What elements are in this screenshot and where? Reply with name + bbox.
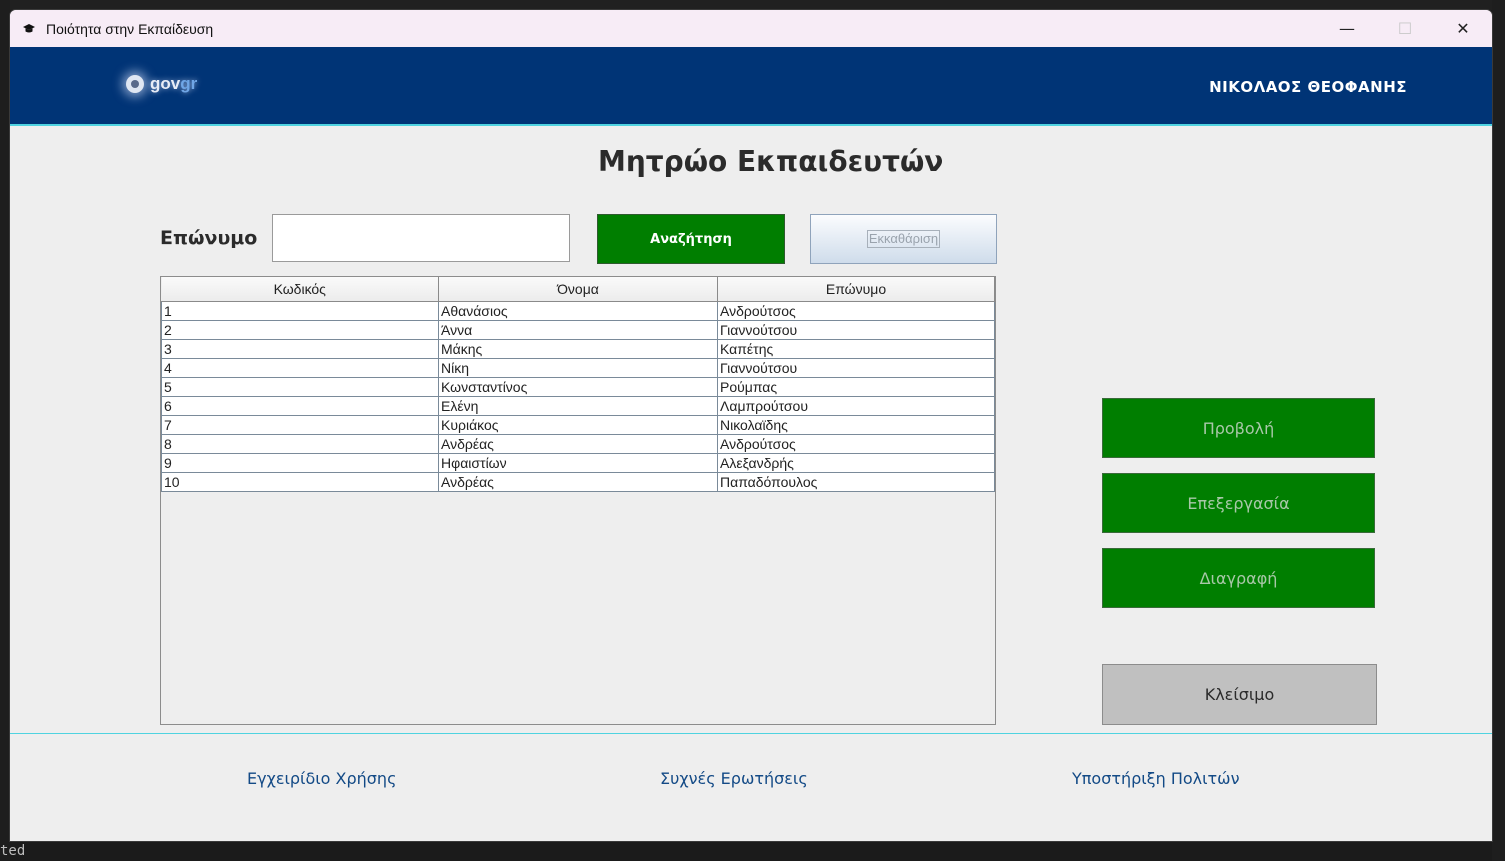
cell-first-name[interactable]: Κωνσταντίνος [438,377,718,397]
cell-code[interactable]: 6 [161,396,439,416]
background-terminal-text: ted [0,843,26,859]
column-header-first-name[interactable]: Όνομα [438,277,718,302]
close-window-button[interactable]: ✕ [1434,10,1492,47]
clear-button-label: Εκκαθάριση [866,230,941,248]
table-row[interactable]: 2 Άννα Γιαννούτσου [161,320,995,340]
table-row[interactable]: 6 Ελένη Λαμπρούτσου [161,396,995,416]
delete-button[interactable]: Διαγραφή [1102,548,1375,608]
citizen-support-link[interactable]: Υποστήριξη Πολιτών [1072,769,1240,788]
govgr-logo-icon [126,75,144,93]
table-header-row: Κωδικός Όνομα Επώνυμο [161,277,995,302]
search-button[interactable]: Αναζήτηση [597,214,785,264]
logo-text-gov: gov [150,74,181,93]
desktop-background [0,0,1505,10]
cell-first-name[interactable]: Ελένη [438,396,718,416]
table-row[interactable]: 8 Ανδρέας Ανδρούτσος [161,434,995,454]
user-manual-link[interactable]: Εγχειρίδιο Χρήσης [247,769,396,788]
window-controls: — ☐ ✕ [1318,10,1492,47]
cell-code[interactable]: 4 [161,358,439,378]
table-row[interactable]: 9 Ηφαιστίων Αλεξανδρής [161,453,995,473]
app-window: Ποιότητα στην Εκπαίδευση — ☐ ✕ govgr ΝΙΚ… [10,10,1492,841]
cell-first-name[interactable]: Κυριάκος [438,415,718,435]
cell-first-name[interactable]: Ηφαιστίων [438,453,718,473]
table-row[interactable]: 4 Νίκη Γιαννούτσου [161,358,995,378]
cell-code[interactable]: 3 [161,339,439,359]
minimize-button[interactable]: — [1318,10,1376,47]
desktop-background-left [0,0,10,861]
cell-surname[interactable]: Καπέτης [717,339,995,359]
window-title: Ποιότητα στην Εκπαίδευση [46,20,214,37]
govgr-logo-text: govgr [150,74,197,94]
cell-first-name[interactable]: Μάκης [438,339,718,359]
user-name: ΝΙΚΟΛΑΟΣ ΘΕΟΦΑΝΗΣ [1209,78,1407,96]
cell-first-name[interactable]: Ανδρέας [438,434,718,454]
cell-first-name[interactable]: Ανδρέας [438,472,718,492]
table-row[interactable]: 1 Αθανάσιος Ανδρούτσος [161,301,995,321]
footer-divider [10,733,1492,734]
page-title: Μητρώο Εκπαιδευτών [598,145,944,178]
trainers-table-grid: Κωδικός Όνομα Επώνυμο 1 Αθανάσιος Ανδρούτσ… [161,277,995,492]
surname-label: Επώνυμο [160,227,258,249]
cell-first-name[interactable]: Νίκη [438,358,718,378]
table-row[interactable]: 10 Ανδρέας Παπαδόπουλος [161,472,995,492]
graduation-cap-icon [22,22,36,36]
cell-surname[interactable]: Λαμπρούτσου [717,396,995,416]
cell-surname[interactable]: Γιαννούτσου [717,320,995,340]
title-bar[interactable]: Ποιότητα στην Εκπαίδευση — ☐ ✕ [10,10,1492,47]
cell-code[interactable]: 5 [161,377,439,397]
column-header-surname[interactable]: Επώνυμο [717,277,995,302]
cell-surname[interactable]: Νικολαϊδης [717,415,995,435]
maximize-button[interactable]: ☐ [1376,10,1434,47]
cell-surname[interactable]: Παπαδόπουλος [717,472,995,492]
cell-surname[interactable]: Ανδρούτσος [717,434,995,454]
cell-code[interactable]: 10 [161,472,439,492]
cell-code[interactable]: 9 [161,453,439,473]
faq-link[interactable]: Συχνές Ερωτήσεις [660,769,808,788]
table-row[interactable]: 7 Κυριάκος Νικολαϊδης [161,415,995,435]
surname-search-input[interactable] [272,214,570,262]
edit-button[interactable]: Επεξεργασία [1102,473,1375,533]
column-header-code[interactable]: Κωδικός [161,277,439,302]
cell-surname[interactable]: Ανδρούτσος [717,301,995,321]
table-row[interactable]: 3 Μάκης Καπέτης [161,339,995,359]
trainers-table[interactable]: Κωδικός Όνομα Επώνυμο 1 Αθανάσιος Ανδρούτσ… [160,276,996,725]
table-row[interactable]: 5 Κωνσταντίνος Ρούμπας [161,377,995,397]
cell-surname[interactable]: Αλεξανδρής [717,453,995,473]
cell-code[interactable]: 2 [161,320,439,340]
cell-first-name[interactable]: Αθανάσιος [438,301,718,321]
app-header: govgr ΝΙΚΟΛΑΟΣ ΘΕΟΦΑΝΗΣ [10,47,1492,126]
cell-code[interactable]: 7 [161,415,439,435]
close-button[interactable]: Κλείσιμο [1102,664,1377,725]
cell-surname[interactable]: Γιαννούτσου [717,358,995,378]
logo-text-gr: gr [180,74,198,93]
desktop-background-right [1492,0,1505,861]
cell-first-name[interactable]: Άννα [438,320,718,340]
govgr-logo: govgr [126,69,216,99]
cell-code[interactable]: 8 [161,434,439,454]
clear-button[interactable]: Εκκαθάριση [810,214,997,264]
cell-surname[interactable]: Ρούμπας [717,377,995,397]
cell-code[interactable]: 1 [161,301,439,321]
view-button[interactable]: Προβολή [1102,398,1375,458]
